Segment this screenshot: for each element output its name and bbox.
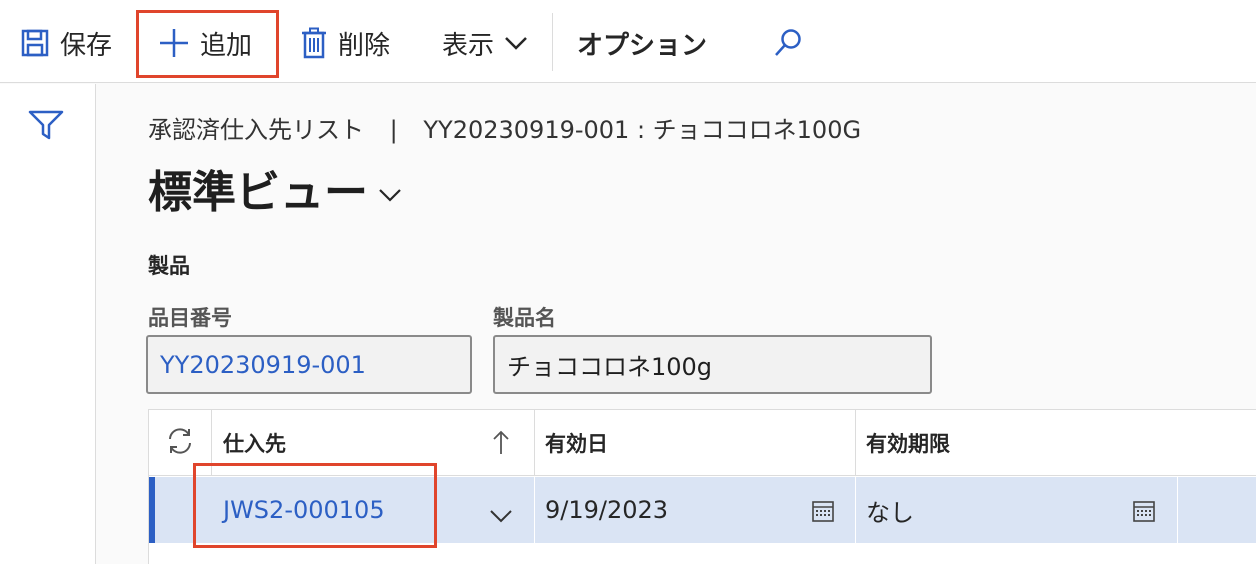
product-name-label: 製品名 <box>493 306 556 330</box>
view-menu-button[interactable]: 表示 <box>442 18 528 68</box>
refresh-icon <box>165 426 195 461</box>
grid-header: 仕入先 有効日 有効期限 <box>149 410 1256 476</box>
chevron-down-icon <box>378 163 402 214</box>
breadcrumb: 承認済仕入先リスト | YY20230919-001 : チョココロネ100G <box>148 110 861 145</box>
refresh-button[interactable] <box>149 410 212 476</box>
save-label: 保存 <box>60 30 113 61</box>
chevron-down-icon <box>504 35 528 51</box>
breadcrumb-list-name: 承認済仕入先リスト <box>148 116 364 144</box>
save-icon <box>20 28 50 58</box>
add-button[interactable]: 追加 <box>158 18 252 68</box>
filter-icon[interactable] <box>28 110 64 144</box>
options-menu[interactable]: オプション <box>577 18 707 68</box>
product-section-heading: 製品 <box>148 254 190 278</box>
calendar-icon[interactable] <box>811 499 835 529</box>
view-label: 表示 <box>442 30 495 61</box>
vendor-grid: 仕入先 有効日 有効期限 JWS2-000105 9/19/2023 なし <box>148 409 1256 564</box>
plus-icon <box>158 27 190 59</box>
toolbar-divider <box>552 13 553 71</box>
column-header-vendor[interactable]: 仕入先 <box>212 410 535 476</box>
search-icon <box>772 27 804 59</box>
add-label: 追加 <box>200 30 253 61</box>
save-button[interactable]: 保存 <box>20 18 112 68</box>
product-name-value: チョココロネ100g <box>507 353 713 381</box>
trash-icon <box>300 27 328 59</box>
column-header-vendor-label: 仕入先 <box>223 432 286 456</box>
effective-date-cell[interactable]: 9/19/2023 <box>535 477 856 543</box>
product-name-field: チョココロネ100g <box>493 335 932 394</box>
column-header-expiration-label: 有効期限 <box>866 432 950 456</box>
expiration-cell[interactable]: なし <box>856 477 1178 543</box>
vendor-value[interactable]: JWS2-000105 <box>223 496 385 524</box>
column-header-effective-date[interactable]: 有効日 <box>535 410 856 476</box>
item-number-field[interactable]: YY20230919-001 <box>146 335 472 394</box>
filter-pane <box>0 84 96 564</box>
vendor-cell[interactable]: JWS2-000105 <box>212 477 535 543</box>
item-number-label: 品目番号 <box>148 306 232 330</box>
column-header-effective-date-label: 有効日 <box>545 432 608 456</box>
view-selector[interactable]: 標準ビュー <box>148 156 402 220</box>
sort-ascending-icon <box>492 430 510 461</box>
action-toolbar: 保存 追加 削除 表示 オプション <box>0 0 1256 83</box>
table-row[interactable]: JWS2-000105 9/19/2023 なし <box>149 477 1256 543</box>
breadcrumb-item: YY20230919-001 : チョココロネ100G <box>423 116 862 144</box>
search-button[interactable] <box>772 18 804 68</box>
column-header-expiration[interactable]: 有効期限 <box>856 410 1256 476</box>
delete-button[interactable]: 削除 <box>300 18 390 68</box>
delete-label: 削除 <box>338 30 391 61</box>
effective-date-value: 9/19/2023 <box>545 496 669 524</box>
options-label: オプション <box>577 30 708 61</box>
calendar-icon[interactable] <box>1132 499 1156 529</box>
chevron-down-icon[interactable] <box>489 502 513 530</box>
item-number-value[interactable]: YY20230919-001 <box>160 351 366 379</box>
row-selection-indicator <box>149 477 155 543</box>
expiration-value: なし <box>866 498 914 527</box>
page-title: 標準ビュー <box>148 167 368 218</box>
breadcrumb-separator: | <box>389 116 398 144</box>
